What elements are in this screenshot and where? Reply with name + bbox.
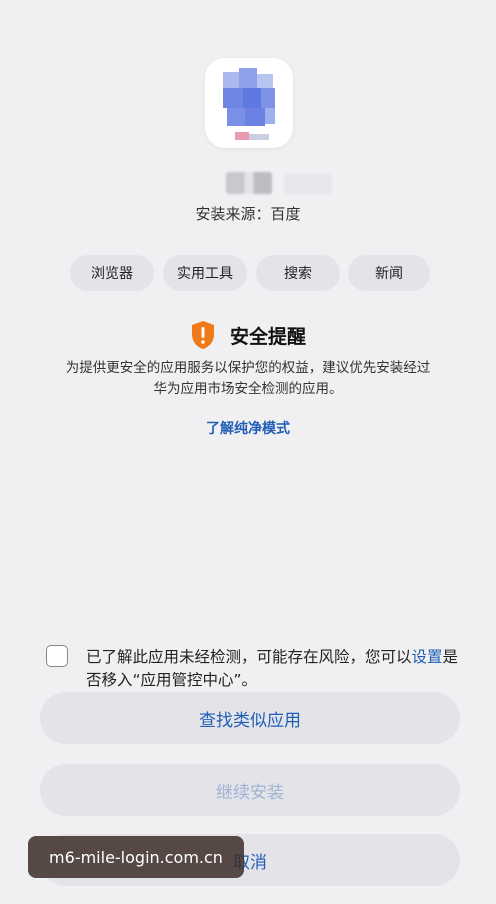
find-similar-apps-button[interactable]: 查找类似应用 <box>40 692 460 744</box>
url-overlay-banner: m6-mile-login.com.cn <box>28 836 244 878</box>
tag-news: 新闻 <box>348 255 430 291</box>
alert-description: 为提供更安全的应用服务以保护您的权益，建议优先安装经过 华为应用市场安全检测的应… <box>36 358 460 400</box>
app-icon <box>205 58 293 148</box>
continue-install-button[interactable]: 继续安装 <box>40 764 460 816</box>
alert-description-line-1: 为提供更安全的应用服务以保护您的权益，建议优先安装经过 <box>65 360 431 376</box>
security-alert-header: 安全提醒 <box>0 320 496 350</box>
settings-link[interactable]: 设置 <box>412 648 443 666</box>
app-name-blurred-suffix <box>284 174 332 194</box>
risk-consent-text: 已了解此应用未经检测，可能存在风险，您可以设置是否移入“应用管控中心”。 <box>86 646 466 692</box>
learn-pure-mode-link[interactable]: 了解纯净模式 <box>0 418 496 438</box>
consent-text-part1: 已了解此应用未经检测，可能存在风险，您可以 <box>86 648 412 666</box>
shield-warning-icon <box>191 321 214 349</box>
install-source: 安装来源：百度 <box>195 205 301 223</box>
tag-utility-tools: 实用工具 <box>163 255 247 291</box>
tag-search: 搜索 <box>256 255 340 291</box>
tag-browser: 浏览器 <box>70 255 154 291</box>
risk-consent-checkbox[interactable] <box>46 645 68 667</box>
app-name-blurred <box>226 172 272 194</box>
alert-title: 安全提醒 <box>229 325 306 348</box>
alert-description-line-2: 华为应用市场安全检测的应用。 <box>153 381 343 397</box>
